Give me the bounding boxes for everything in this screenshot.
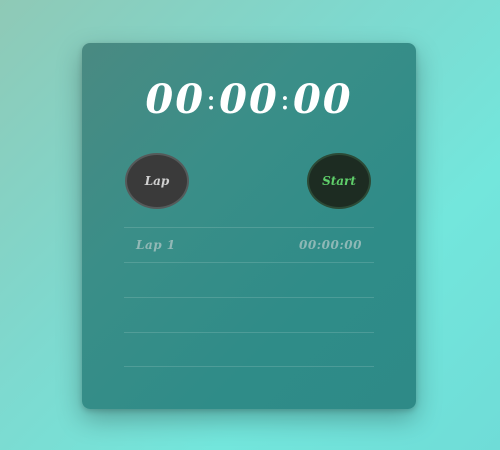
lap-time: 00:00:00 [299, 238, 362, 252]
minutes-value: 00 [145, 76, 206, 123]
seconds-value: 00 [219, 76, 279, 123]
lap-label: Lap 1 [136, 238, 176, 252]
start-button[interactable]: Start [307, 153, 371, 209]
centiseconds-value: 00 [292, 76, 353, 123]
lap-row [124, 297, 374, 332]
lap-button[interactable]: Lap [125, 153, 189, 209]
time-separator: : [279, 82, 292, 117]
lap-row [124, 332, 374, 367]
lap-list: Lap 1 00:00:00 [124, 227, 374, 367]
time-separator: : [206, 82, 219, 117]
lap-button-label: Lap [144, 174, 170, 188]
lap-row: Lap 1 00:00:00 [124, 227, 374, 262]
start-button-label: Start [322, 174, 356, 188]
stopwatch-panel: 00:00:00 Lap Start Lap 1 00:00:00 [82, 43, 416, 409]
lap-row [124, 262, 374, 297]
time-display: 00:00:00 [82, 73, 416, 131]
